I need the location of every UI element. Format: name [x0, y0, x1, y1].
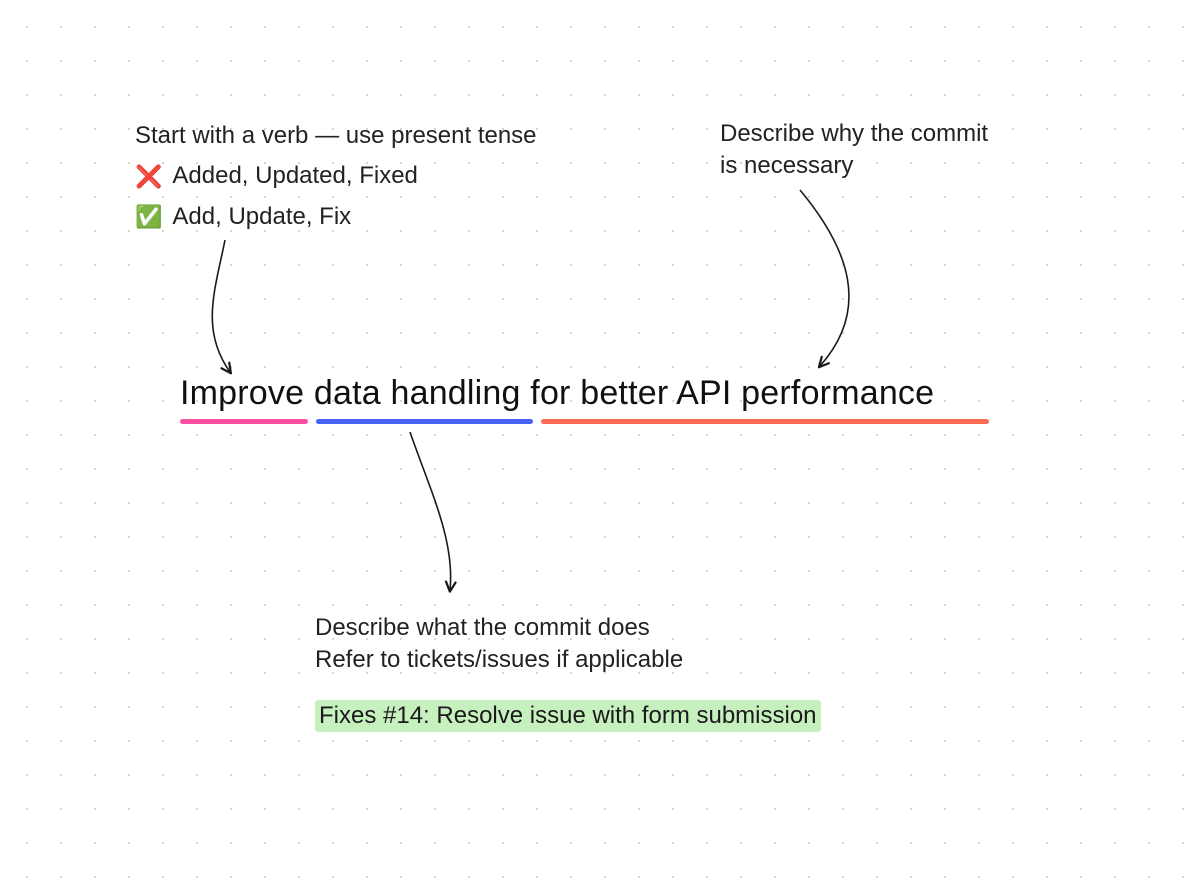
arrow-verb-icon: [212, 240, 230, 372]
commit-message-block: Improve data handling for better API per…: [180, 374, 989, 424]
tip-why-line1: Describe why the commit: [720, 118, 988, 150]
tip-verb-title: Start with a verb — use present tense: [135, 120, 537, 152]
underline-verb: [180, 419, 308, 424]
tip-what-line1: Describe what the commit does: [315, 612, 683, 644]
example-fixes-highlight: Fixes #14: Resolve issue with form submi…: [315, 700, 821, 732]
commit-underline: [180, 419, 989, 424]
arrow-why-icon: [800, 190, 849, 366]
example-fixes-text: Fixes #14: Resolve issue with form submi…: [319, 702, 817, 729]
tip-why-line2: is necessary: [720, 150, 988, 182]
tip-why: Describe why the commit is necessary: [720, 118, 988, 183]
bad-examples-text: Added, Updated, Fixed: [172, 160, 418, 192]
good-examples-text: Add, Update, Fix: [172, 201, 351, 233]
underline-why: [541, 419, 989, 424]
bad-example-row: ❌ Added, Updated, Fixed: [135, 160, 537, 192]
tip-what-line2: Refer to tickets/issues if applicable: [315, 644, 683, 676]
good-example-row: ✅ Add, Update, Fix: [135, 201, 537, 233]
arrow-what-icon: [410, 432, 451, 590]
commit-message-text: Improve data handling for better API per…: [180, 374, 989, 413]
cross-icon: ❌: [135, 166, 162, 188]
underline-what: [316, 419, 533, 424]
tip-what: Describe what the commit does Refer to t…: [315, 612, 683, 677]
check-icon: ✅: [135, 206, 162, 228]
tip-verb: Start with a verb — use present tense ❌ …: [135, 120, 537, 233]
